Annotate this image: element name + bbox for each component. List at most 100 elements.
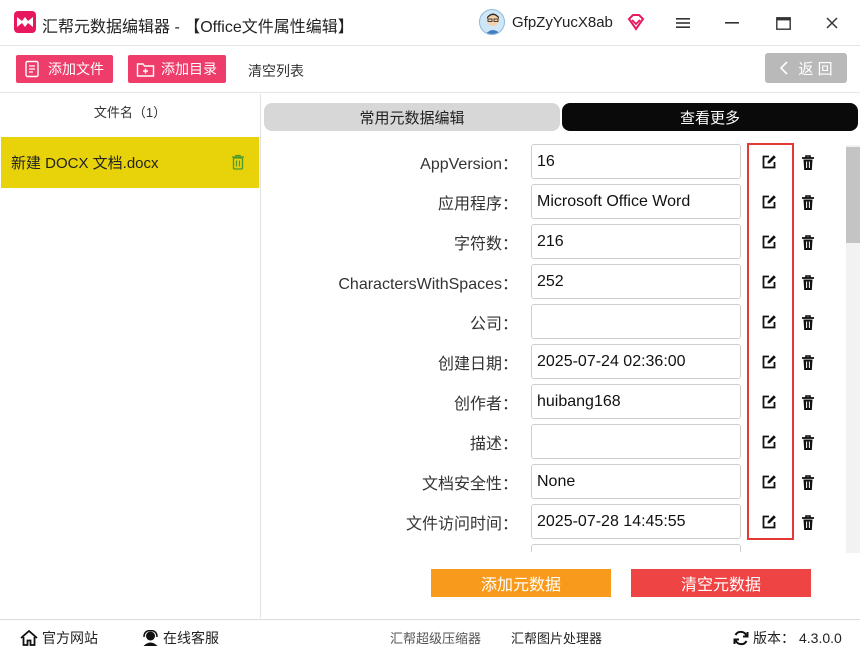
add-directory-button[interactable]: 添加目录 <box>128 55 226 83</box>
scrollbar-thumb[interactable] <box>846 147 860 243</box>
edit-icon[interactable] <box>761 514 777 535</box>
delete-icon[interactable] <box>801 435 815 456</box>
image-processor-link[interactable]: 汇帮图片处理器 <box>511 628 602 647</box>
edit-icon[interactable] <box>761 474 777 495</box>
add-directory-label: 添加目录 <box>161 61 217 77</box>
minimize-icon <box>725 22 739 24</box>
add-file-icon <box>25 60 39 78</box>
clear-list-button[interactable]: 清空列表 <box>248 61 304 81</box>
compressor-link[interactable]: 汇帮超级压缩器 <box>390 628 481 647</box>
metadata-value-input[interactable]: huibang168 <box>531 384 741 419</box>
metadata-field-label: 公司： <box>469 316 518 333</box>
title-bar: 汇帮元数据编辑器 - 【Office文件属性编辑】 GfpZyYucX8ab <box>0 0 860 46</box>
metadata-value-input[interactable]: Microsoft Office Word <box>531 184 741 219</box>
metadata-row: 文件访问时间： 2025-07-28 14:45:55 <box>262 500 846 540</box>
hamburger-menu-icon <box>676 18 690 28</box>
official-website-link[interactable]: 官方网站 <box>20 628 98 648</box>
file-name: 新建 DOCX 文档.docx <box>11 155 159 172</box>
tab-view-more[interactable]: 查看更多 <box>562 103 858 131</box>
window-title: 汇帮元数据编辑器 - 【Office文件属性编辑】 <box>42 19 354 36</box>
metadata-value-input[interactable]: 2025-07-28 14:45:55 <box>531 504 741 539</box>
delete-icon[interactable] <box>801 395 815 416</box>
delete-file-icon[interactable] <box>231 154 245 170</box>
close-button[interactable] <box>819 10 845 36</box>
metadata-field-label: AppVersion： <box>420 156 518 173</box>
delete-icon[interactable] <box>801 195 815 216</box>
app-logo-icon <box>14 11 36 33</box>
metadata-row: 创作者： huibang168 <box>262 380 846 420</box>
metadata-field-label: 文件访问时间： <box>405 516 518 533</box>
online-support-label: 在线客服 <box>163 630 219 646</box>
metadata-field-label: 文档安全性： <box>421 476 518 493</box>
metadata-value-input[interactable]: 216 <box>531 224 741 259</box>
minimize-button[interactable] <box>719 10 745 36</box>
add-folder-icon <box>136 62 155 77</box>
metadata-value-input[interactable]: 2025-07-24 02:36:00 <box>531 344 741 379</box>
add-file-button[interactable]: 添加文件 <box>16 55 113 83</box>
edit-icon[interactable] <box>761 154 777 175</box>
metadata-field-label: 字符数： <box>453 236 518 253</box>
metadata-value-input[interactable] <box>531 424 741 459</box>
delete-icon[interactable] <box>801 515 815 536</box>
back-label: 返 回 <box>798 60 833 78</box>
user-avatar[interactable] <box>479 9 505 35</box>
metadata-field-label: 创作者： <box>453 396 518 413</box>
version-number: 4.3.0.0 <box>799 630 842 646</box>
metadata-row: CharactersWithSpaces： 252 <box>262 260 846 300</box>
metadata-value-input[interactable] <box>531 304 741 339</box>
online-support-link[interactable]: 在线客服 <box>142 628 219 648</box>
delete-icon[interactable] <box>801 235 815 256</box>
back-button[interactable]: 返 回 <box>765 53 847 83</box>
tab-common-metadata[interactable]: 常用元数据编辑 <box>264 103 560 131</box>
delete-icon[interactable] <box>801 355 815 376</box>
menu-button[interactable] <box>670 10 696 36</box>
metadata-form: AppVersion： 16 应用程序： Microsoft Office Word 字… <box>262 140 846 552</box>
delete-icon[interactable] <box>801 315 815 336</box>
maximize-icon <box>775 16 791 30</box>
home-icon <box>20 630 38 646</box>
metadata-row: 公司： <box>262 300 846 340</box>
metadata-row: 文档安全性： None <box>262 460 846 500</box>
delete-icon[interactable] <box>801 275 815 296</box>
status-footer: 官方网站 在线客服 汇帮超级压缩器 汇帮图片处理器 版本： 4.3.0.0 <box>0 619 860 650</box>
file-list-header: 文件名（1） <box>93 105 167 120</box>
metadata-row: 描述： <box>262 420 846 460</box>
edit-icon[interactable] <box>761 314 777 335</box>
clear-metadata-button[interactable]: 清空元数据 <box>631 569 811 597</box>
delete-icon[interactable] <box>801 155 815 176</box>
edit-icon[interactable] <box>761 354 777 375</box>
add-metadata-button[interactable]: 添加元数据 <box>431 569 611 597</box>
metadata-row: 创建日期： 2025-07-24 02:36:00 <box>262 340 846 380</box>
version-info[interactable]: 版本： 4.3.0.0 <box>733 628 842 648</box>
metadata-row: 字符数： 216 <box>262 220 846 260</box>
official-website-label: 官方网站 <box>42 630 98 646</box>
metadata-value-input[interactable]: 252 <box>531 264 741 299</box>
maximize-button[interactable] <box>770 10 796 36</box>
chevron-left-icon <box>780 61 788 75</box>
metadata-row: AppVersion： 16 <box>262 140 846 180</box>
file-list-panel: 文件名（1） 新建 DOCX 文档.docx <box>0 94 261 618</box>
metadata-field-label: 描述： <box>469 436 518 453</box>
metadata-value-input[interactable]: None <box>531 464 741 499</box>
customer-service-icon <box>143 630 158 646</box>
metadata-value-input[interactable] <box>531 544 741 552</box>
edit-icon[interactable] <box>761 434 777 455</box>
refresh-icon <box>733 630 749 646</box>
metadata-field-label: 应用程序： <box>437 196 518 213</box>
file-list-item[interactable]: 新建 DOCX 文档.docx <box>1 137 259 188</box>
edit-icon[interactable] <box>761 234 777 255</box>
edit-icon[interactable] <box>761 194 777 215</box>
metadata-value-input[interactable]: 16 <box>531 144 741 179</box>
metadata-row: 应用程序： Microsoft Office Word <box>262 180 846 220</box>
metadata-field-label: 创建日期： <box>437 356 518 373</box>
delete-icon[interactable] <box>801 475 815 496</box>
add-file-label: 添加文件 <box>48 61 104 77</box>
metadata-row <box>262 540 846 552</box>
vip-diamond-icon[interactable] <box>626 12 646 32</box>
close-icon <box>826 17 838 29</box>
metadata-field-label: CharactersWithSpaces： <box>338 276 518 293</box>
edit-icon[interactable] <box>761 394 777 415</box>
toolbar: 添加文件 添加目录 清空列表 返 回 <box>0 47 860 93</box>
username[interactable]: GfpZyYucX8ab <box>512 14 613 31</box>
edit-icon[interactable] <box>761 274 777 295</box>
